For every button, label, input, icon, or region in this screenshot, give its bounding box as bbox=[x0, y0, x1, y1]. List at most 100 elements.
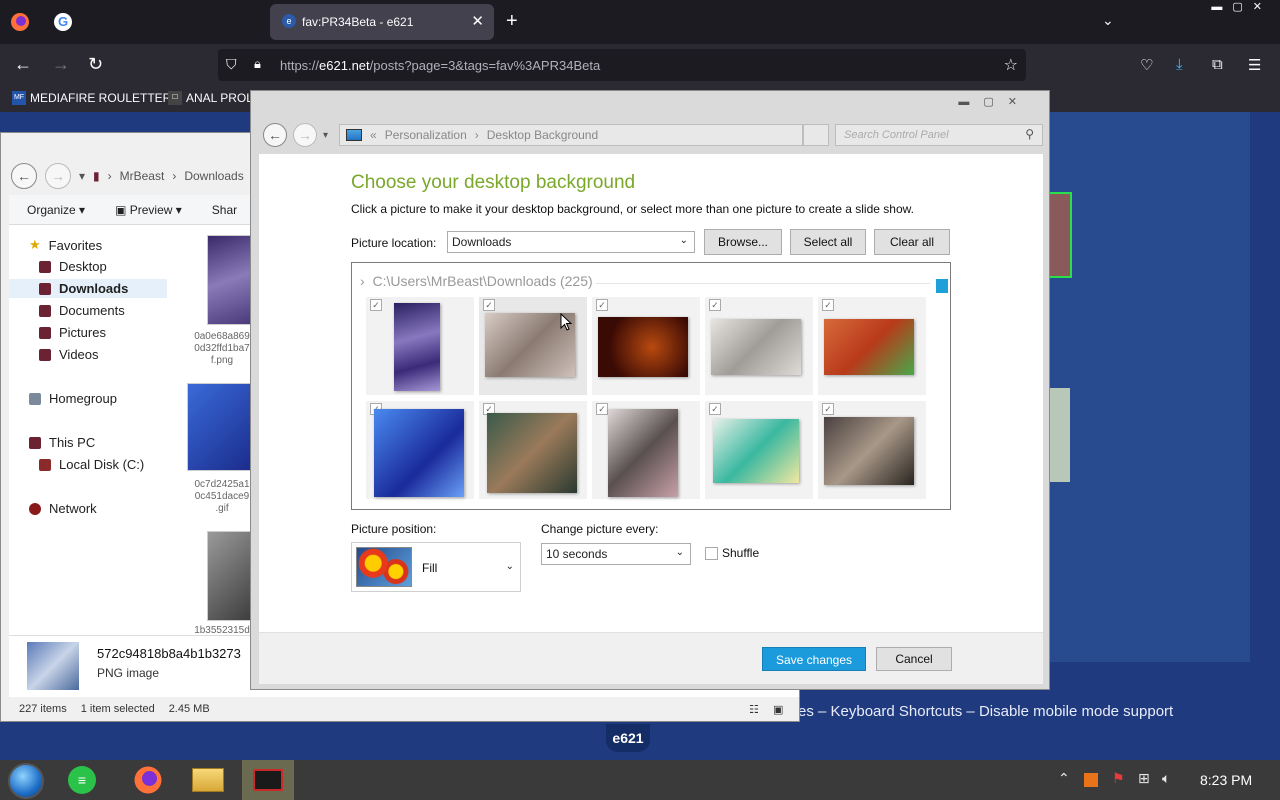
reload-icon[interactable]: ↻ bbox=[88, 54, 103, 75]
e621-logo[interactable]: e621 bbox=[606, 724, 650, 752]
nav-localdisk[interactable]: Local Disk (C:) bbox=[39, 457, 144, 472]
refresh-button[interactable] bbox=[803, 124, 829, 146]
breadcrumb-desktop-background[interactable]: Desktop Background bbox=[487, 128, 598, 142]
checkbox[interactable]: ✓ bbox=[483, 299, 495, 311]
forward-icon[interactable]: → bbox=[52, 54, 70, 75]
nav-favorites[interactable]: ★ Favorites bbox=[29, 237, 102, 253]
gallery-item[interactable]: ✓ bbox=[592, 297, 700, 395]
checkbox[interactable] bbox=[705, 546, 718, 560]
clear-all-button[interactable]: Clear all bbox=[874, 229, 950, 255]
bookmark-mediafire[interactable]: MF MEDIAFIRE ROULETTER bbox=[12, 91, 171, 105]
bookmark-second[interactable]: ☐ ANAL PROL bbox=[168, 91, 253, 105]
file-thumbnail[interactable] bbox=[187, 383, 257, 471]
scrollbar-thumb[interactable] bbox=[936, 279, 948, 293]
taskbar-app-active[interactable] bbox=[242, 760, 294, 800]
save-changes-button[interactable]: Save changes bbox=[762, 647, 866, 671]
gallery-item[interactable]: ✓ bbox=[818, 401, 926, 499]
taskbar-app-notes[interactable]: ≡ bbox=[56, 760, 108, 800]
nav-network[interactable]: Network bbox=[29, 501, 97, 516]
gallery-item[interactable]: ✓ bbox=[705, 401, 813, 499]
nav-downloads[interactable]: Downloads bbox=[9, 279, 167, 298]
taskbar-app-explorer[interactable] bbox=[182, 760, 234, 800]
gallery-item[interactable]: ✓ bbox=[705, 297, 813, 395]
active-tab[interactable]: e fav:PR34Beta - e621 ✕ bbox=[270, 4, 494, 40]
checkbox[interactable]: ✓ bbox=[370, 299, 382, 311]
search-icon[interactable]: ⚲ bbox=[1025, 127, 1034, 141]
share-button[interactable]: Shar bbox=[212, 203, 237, 217]
file-name[interactable]: 0a0e68a869 0d32ffd1ba7 f.png bbox=[177, 331, 257, 367]
file-name[interactable]: 0c7d2425a1 0c451dace9 .gif bbox=[177, 479, 257, 515]
chevron-down-icon[interactable]: ▾ bbox=[323, 130, 328, 141]
volume-icon[interactable]: 🔈︎ bbox=[1162, 770, 1170, 787]
shield-icon[interactable]: ⛉ bbox=[226, 56, 237, 73]
organize-button[interactable]: Organize ▾ bbox=[27, 203, 85, 217]
gallery-item[interactable]: ✓ bbox=[479, 297, 587, 395]
preview-button[interactable]: ▣ Preview ▾ bbox=[115, 203, 182, 217]
checkbox[interactable]: ✓ bbox=[822, 403, 834, 415]
browse-button[interactable]: Browse... bbox=[704, 229, 782, 255]
google-tab-icon[interactable]: G bbox=[54, 13, 72, 31]
window-controls[interactable]: ▬▢✕ bbox=[958, 95, 1031, 108]
change-picture-select[interactable]: 10 seconds ⌄ bbox=[541, 543, 691, 565]
nav-homegroup[interactable]: Homegroup bbox=[29, 391, 117, 406]
url-bar[interactable]: ⛉ 🔒︎ https://e621.net/posts?page=3&tags=… bbox=[218, 49, 1026, 81]
thumbnail-view-icon[interactable]: ▣ bbox=[773, 703, 783, 716]
taskbar-app-firefox[interactable] bbox=[122, 760, 174, 800]
forward-icon[interactable]: → bbox=[45, 163, 71, 189]
start-button[interactable] bbox=[8, 763, 44, 799]
back-icon[interactable]: ← bbox=[11, 163, 37, 189]
checkbox[interactable]: ✓ bbox=[596, 403, 608, 415]
firefox-icon[interactable] bbox=[10, 12, 30, 32]
back-icon[interactable]: ← bbox=[14, 54, 32, 75]
menu-icon[interactable]: ☰ bbox=[1248, 56, 1261, 74]
nav-desktop[interactable]: Desktop bbox=[39, 259, 107, 274]
lock-icon[interactable]: 🔒︎ bbox=[254, 56, 261, 72]
nav-pictures[interactable]: Pictures bbox=[39, 325, 106, 340]
clock[interactable]: 8:23 PM bbox=[1200, 772, 1252, 788]
gallery-item[interactable]: ✓ bbox=[479, 401, 587, 499]
bookmark-star-icon[interactable]: ☆ bbox=[1004, 55, 1018, 75]
gallery-item[interactable]: ✓ bbox=[366, 401, 474, 499]
pocket-icon[interactable]: ♡ bbox=[1140, 56, 1153, 74]
url-text[interactable]: https://e621.net/posts?page=3&tags=fav%3… bbox=[280, 58, 600, 73]
nav-documents[interactable]: Documents bbox=[39, 303, 125, 318]
path-segment[interactable]: Downloads bbox=[184, 169, 243, 183]
search-input[interactable]: Search Control Panel ⚲ bbox=[835, 124, 1043, 146]
select-all-button[interactable]: Select all bbox=[790, 229, 866, 255]
forward-icon[interactable]: → bbox=[293, 123, 317, 147]
details-view-icon[interactable]: ☷ bbox=[749, 703, 759, 716]
gallery-item[interactable]: ✓ bbox=[592, 401, 700, 499]
chevron-up-icon[interactable]: ⌃ bbox=[1058, 770, 1070, 787]
path-segment[interactable]: MrBeast bbox=[120, 169, 165, 183]
new-tab-icon[interactable]: + bbox=[506, 10, 518, 33]
picture-location-select[interactable]: Downloads ⌄ bbox=[447, 231, 695, 253]
checkbox[interactable]: ✓ bbox=[709, 299, 721, 311]
page-footer-links[interactable]: es – Keyboard Shortcuts – Disable mobile… bbox=[798, 703, 1173, 720]
nav-videos[interactable]: Videos bbox=[39, 347, 99, 362]
checkbox[interactable]: ✓ bbox=[822, 299, 834, 311]
post-thumbnail[interactable] bbox=[1048, 192, 1072, 278]
chevron-down-icon[interactable]: ▾ bbox=[79, 169, 85, 183]
picture-position-select[interactable]: Fill ⌄ bbox=[351, 542, 521, 592]
gallery-item[interactable]: ✓ bbox=[818, 297, 926, 395]
breadcrumb-personalization[interactable]: Personalization bbox=[385, 128, 467, 142]
nav-thispc[interactable]: This PC bbox=[29, 435, 95, 450]
back-icon[interactable]: ← bbox=[263, 123, 287, 147]
shuffle-checkbox[interactable]: Shuffle bbox=[705, 546, 759, 560]
gallery-folder-header[interactable]: › C:\Users\MrBeast\Downloads (225) bbox=[360, 273, 593, 289]
gallery-item[interactable]: ✓ bbox=[366, 297, 474, 395]
download-icon[interactable]: ⤓ bbox=[1176, 56, 1183, 73]
network-icon[interactable]: ⊞ bbox=[1138, 770, 1150, 787]
flag-icon[interactable]: ⚑ bbox=[1112, 770, 1125, 787]
checkbox[interactable]: ✓ bbox=[709, 403, 721, 415]
tray-app-icon[interactable] bbox=[1084, 773, 1098, 787]
window-controls[interactable]: ▬▢✕ bbox=[1211, 0, 1272, 13]
post-thumbnail[interactable] bbox=[1048, 388, 1070, 482]
cancel-button[interactable]: Cancel bbox=[876, 647, 952, 671]
cp-breadcrumb[interactable]: « Personalization › Desktop Background bbox=[339, 124, 803, 146]
file-thumbnail[interactable] bbox=[207, 235, 253, 325]
chevron-down-icon[interactable]: ⌄ bbox=[1102, 12, 1114, 29]
file-name[interactable]: 1b3552315d bbox=[177, 625, 257, 635]
tab-close-icon[interactable]: ✕ bbox=[471, 12, 484, 30]
checkbox[interactable]: ✓ bbox=[596, 299, 608, 311]
